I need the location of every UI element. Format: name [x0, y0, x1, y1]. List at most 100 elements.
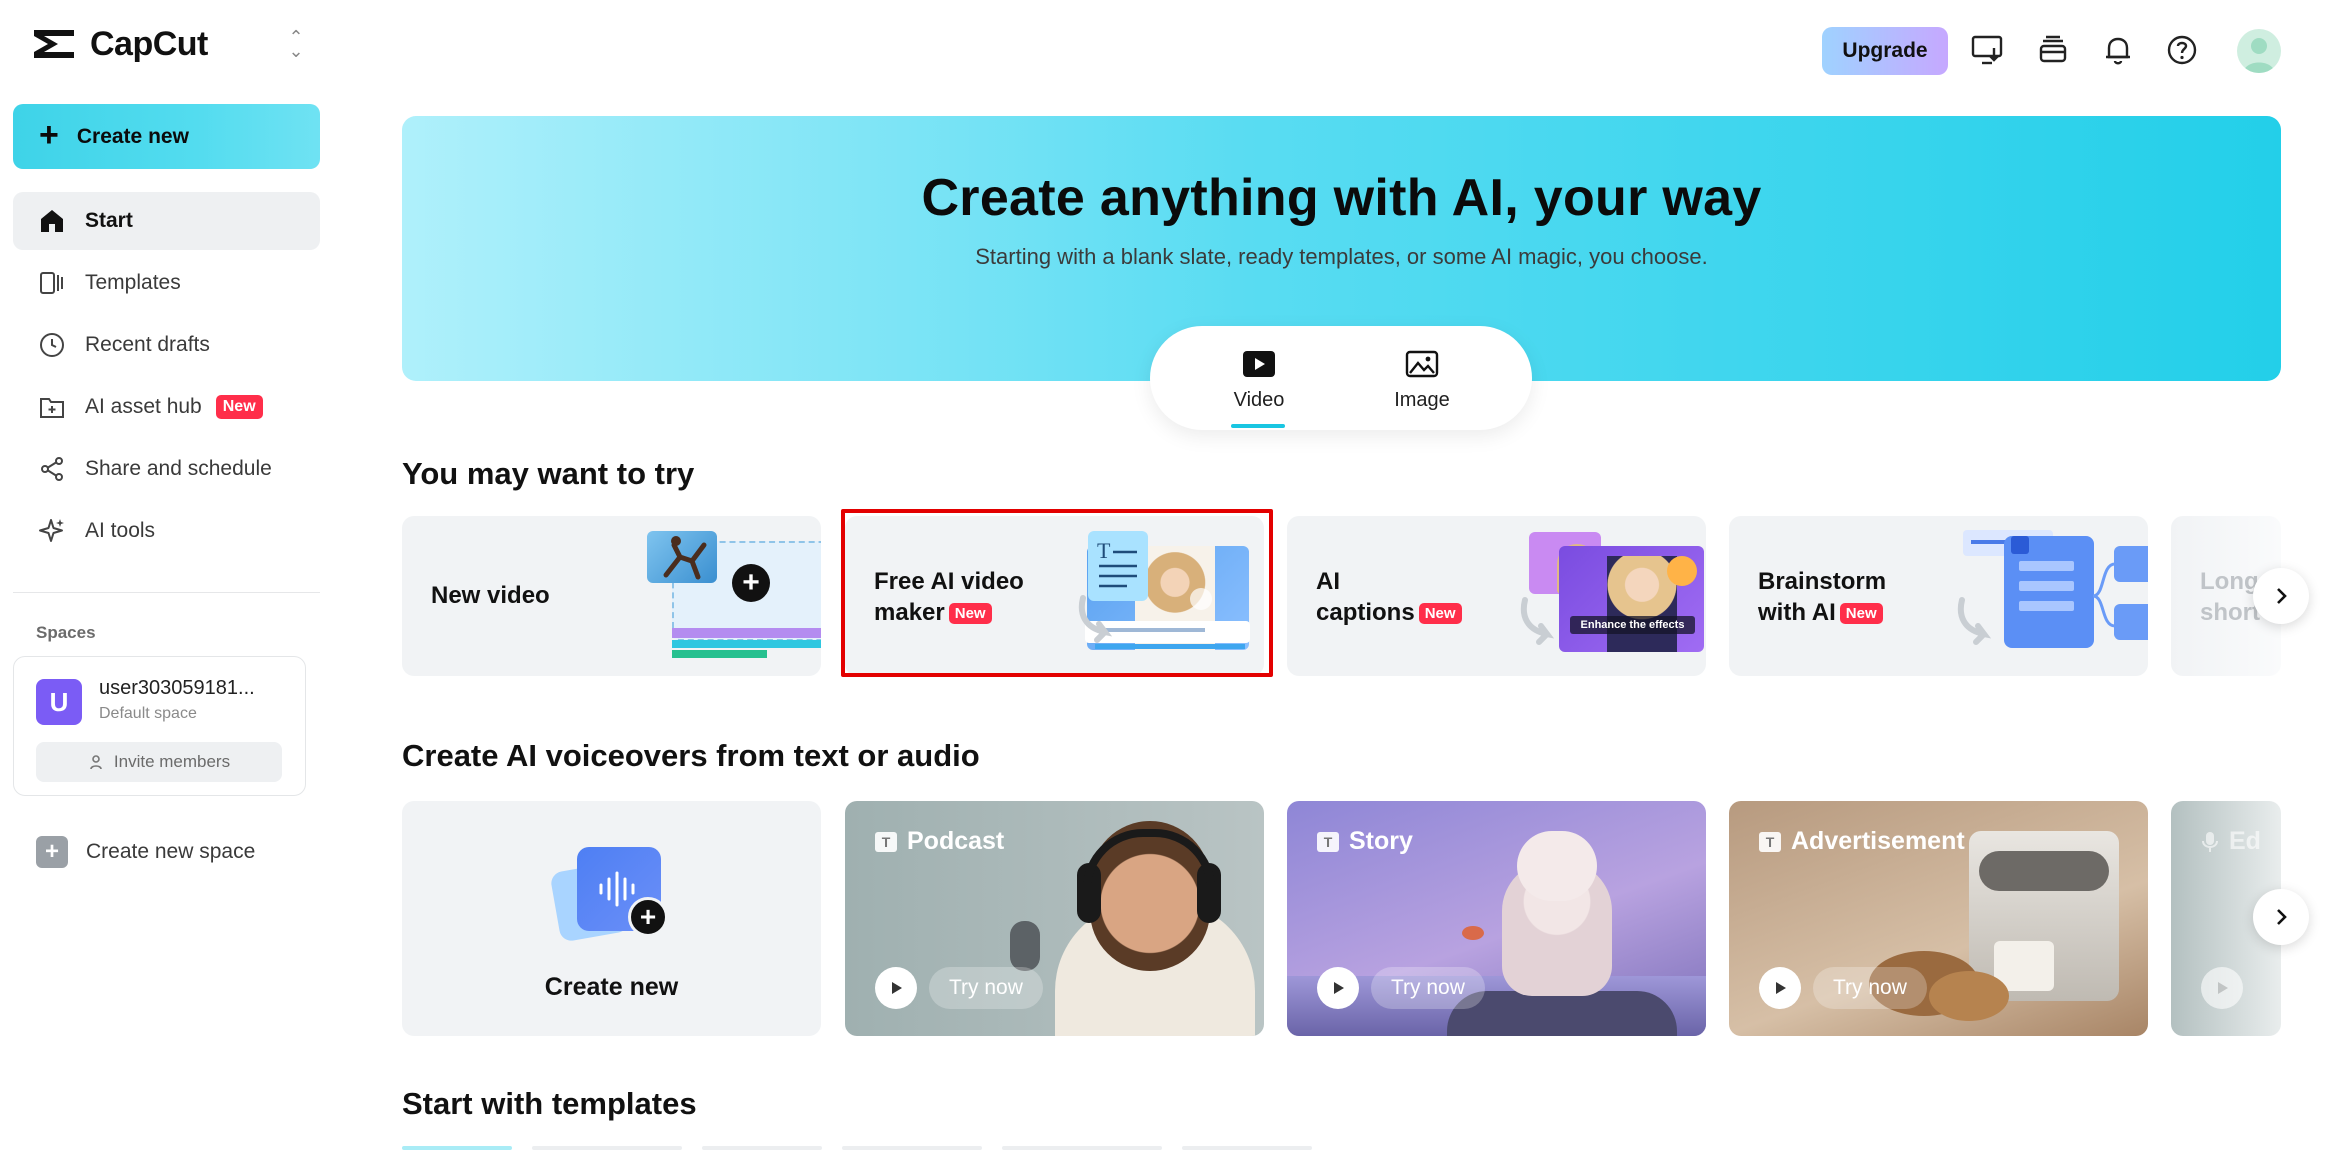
- try-now-button[interactable]: Try now: [929, 967, 1043, 1009]
- text-icon: T: [1759, 831, 1781, 852]
- play-icon: [2218, 982, 2228, 994]
- tab-label: Video: [1233, 389, 1285, 411]
- sidebar-item-templates[interactable]: Templates: [13, 254, 320, 312]
- workspace-switch-icon[interactable]: ⌃ ⌄: [285, 28, 307, 60]
- voiceover-card-podcast[interactable]: T Podcast Try now: [845, 801, 1264, 1036]
- try-card-new-video[interactable]: New video +: [402, 516, 821, 676]
- active-tab-indicator: [1231, 424, 1285, 428]
- play-button[interactable]: [2201, 967, 2243, 1009]
- section-title-voiceovers: Create AI voiceovers from text or audio: [402, 738, 980, 773]
- plus-icon: +: [628, 897, 668, 937]
- sidebar-item-label: Start: [85, 209, 133, 232]
- layers-icon[interactable]: [2035, 32, 2071, 68]
- sidebar-item-label: Share and schedule: [85, 457, 272, 480]
- desktop-download-icon[interactable]: [1970, 32, 2006, 68]
- sidebar-item-recent-drafts[interactable]: Recent drafts: [13, 316, 320, 374]
- play-button[interactable]: [1317, 967, 1359, 1009]
- sidebar-item-label: Recent drafts: [85, 333, 210, 356]
- create-new-label: Create new: [76, 124, 189, 148]
- chevron-right-icon: [2277, 588, 2287, 604]
- sidebar-item-label: AI tools: [85, 519, 156, 542]
- card-title: Free AI video maker New: [874, 568, 1024, 626]
- play-icon: [1776, 982, 1786, 994]
- user-avatar[interactable]: [2237, 29, 2281, 73]
- space-avatar: U: [36, 679, 82, 725]
- brand[interactable]: CapCut: [30, 24, 208, 64]
- tab-image[interactable]: Image: [1362, 348, 1482, 412]
- sidebar-item-ai-asset-hub[interactable]: AI asset hub New: [13, 378, 320, 436]
- play-icon: [892, 982, 902, 994]
- sidebar-item-label: Templates: [85, 271, 181, 294]
- play-row: Try now: [875, 967, 1043, 1009]
- invite-members-button[interactable]: Invite members: [36, 742, 282, 782]
- section-title-try: You may want to try: [402, 456, 695, 491]
- chevron-right-icon: [2277, 909, 2287, 925]
- tab-video[interactable]: Video: [1199, 348, 1319, 412]
- play-button[interactable]: [1759, 967, 1801, 1009]
- video-play-icon: [1243, 351, 1275, 377]
- sidebar-item-ai-tools[interactable]: AI tools: [13, 502, 320, 560]
- text-icon: T: [875, 831, 897, 852]
- captions-overlay: Enhance the effects: [1570, 616, 1695, 634]
- mode-switch: Video Image: [1150, 326, 1532, 430]
- space-username: user303059181...: [99, 677, 255, 699]
- carousel-next-button[interactable]: [2253, 889, 2309, 945]
- card-title: Long short: [2200, 568, 2260, 626]
- sidebar-item-share-schedule[interactable]: Share and schedule: [13, 440, 320, 498]
- tab-label: Image: [1394, 389, 1450, 411]
- plus-icon: +: [39, 115, 59, 154]
- sidebar-divider: [13, 592, 320, 593]
- play-row: Try now: [1317, 967, 1485, 1009]
- card-title: New video: [431, 582, 550, 609]
- try-card-brainstorm-ai[interactable]: Brainstorm with AI New: [1729, 516, 2148, 676]
- invite-members-label: Invite members: [113, 752, 231, 771]
- space-subtitle: Default space: [99, 705, 197, 722]
- try-now-button[interactable]: Try now: [1371, 967, 1485, 1009]
- brand-name: CapCut: [90, 24, 208, 63]
- templates-icon: [40, 272, 63, 294]
- sparkle-icon: [39, 519, 64, 542]
- try-now-button[interactable]: Try now: [1813, 967, 1927, 1009]
- voiceover-create-new[interactable]: + Create new: [402, 801, 821, 1036]
- plus-square-icon: +: [36, 836, 68, 868]
- sidebar-item-label: AI asset hub: [85, 395, 202, 418]
- carousel-next-button[interactable]: [2253, 568, 2309, 624]
- help-icon[interactable]: [2164, 32, 2200, 68]
- new-badge: New: [1839, 603, 1883, 624]
- card-title: AI captions New: [1316, 566, 1462, 629]
- microphone-icon: [2202, 831, 2218, 852]
- voiceover-card-title: Ed: [2201, 827, 2261, 856]
- home-icon: [41, 210, 63, 232]
- try-card-ai-captions[interactable]: AI captions New Enhance the effects: [1287, 516, 1706, 676]
- new-badge: New: [215, 395, 263, 419]
- upgrade-button[interactable]: Upgrade: [1822, 27, 1948, 75]
- folder-plus-icon: [40, 398, 64, 418]
- voiceover-card-title: T Podcast: [875, 827, 1004, 856]
- play-button[interactable]: [875, 967, 917, 1009]
- card-title: Brainstorm with AI New: [1758, 568, 1887, 626]
- text-icon: T: [1317, 831, 1339, 852]
- new-badge: New: [1418, 603, 1462, 624]
- space-card[interactable]: U user303059181... Default space Invite …: [13, 656, 306, 796]
- create-new-button[interactable]: + Create new: [13, 104, 320, 169]
- bell-icon[interactable]: [2100, 32, 2136, 68]
- voiceover-card-advertisement[interactable]: T Advertisement Try now: [1729, 801, 2148, 1036]
- play-row: [2201, 967, 2243, 1009]
- svg-text:T: T: [1097, 538, 1111, 563]
- emoji-icon: [1667, 556, 1697, 586]
- clock-icon: [40, 333, 64, 357]
- voiceover-card-title: T Story: [1317, 827, 1413, 856]
- voiceover-card-title: T Advertisement: [1759, 827, 1965, 856]
- sidebar: CapCut ⌃ ⌄ + Create new Start Templates R…: [0, 0, 333, 1150]
- voiceover-card-story[interactable]: T Story Try now: [1287, 801, 1706, 1036]
- hero-subtitle: Starting with a blank slate, ready templ…: [975, 244, 1708, 269]
- new-badge: New: [948, 603, 992, 624]
- try-card-free-ai-video-maker[interactable]: Free AI video maker New T: [845, 516, 1264, 676]
- capcut-logo-icon: [34, 30, 74, 58]
- section-title-templates: Start with templates: [402, 1086, 697, 1121]
- sidebar-item-start[interactable]: Start: [13, 192, 320, 250]
- create-new-space-button[interactable]: + Create new space: [36, 836, 255, 868]
- template-filter-row: [402, 1146, 2281, 1150]
- play-icon: [1334, 982, 1344, 994]
- image-icon: [1405, 350, 1439, 378]
